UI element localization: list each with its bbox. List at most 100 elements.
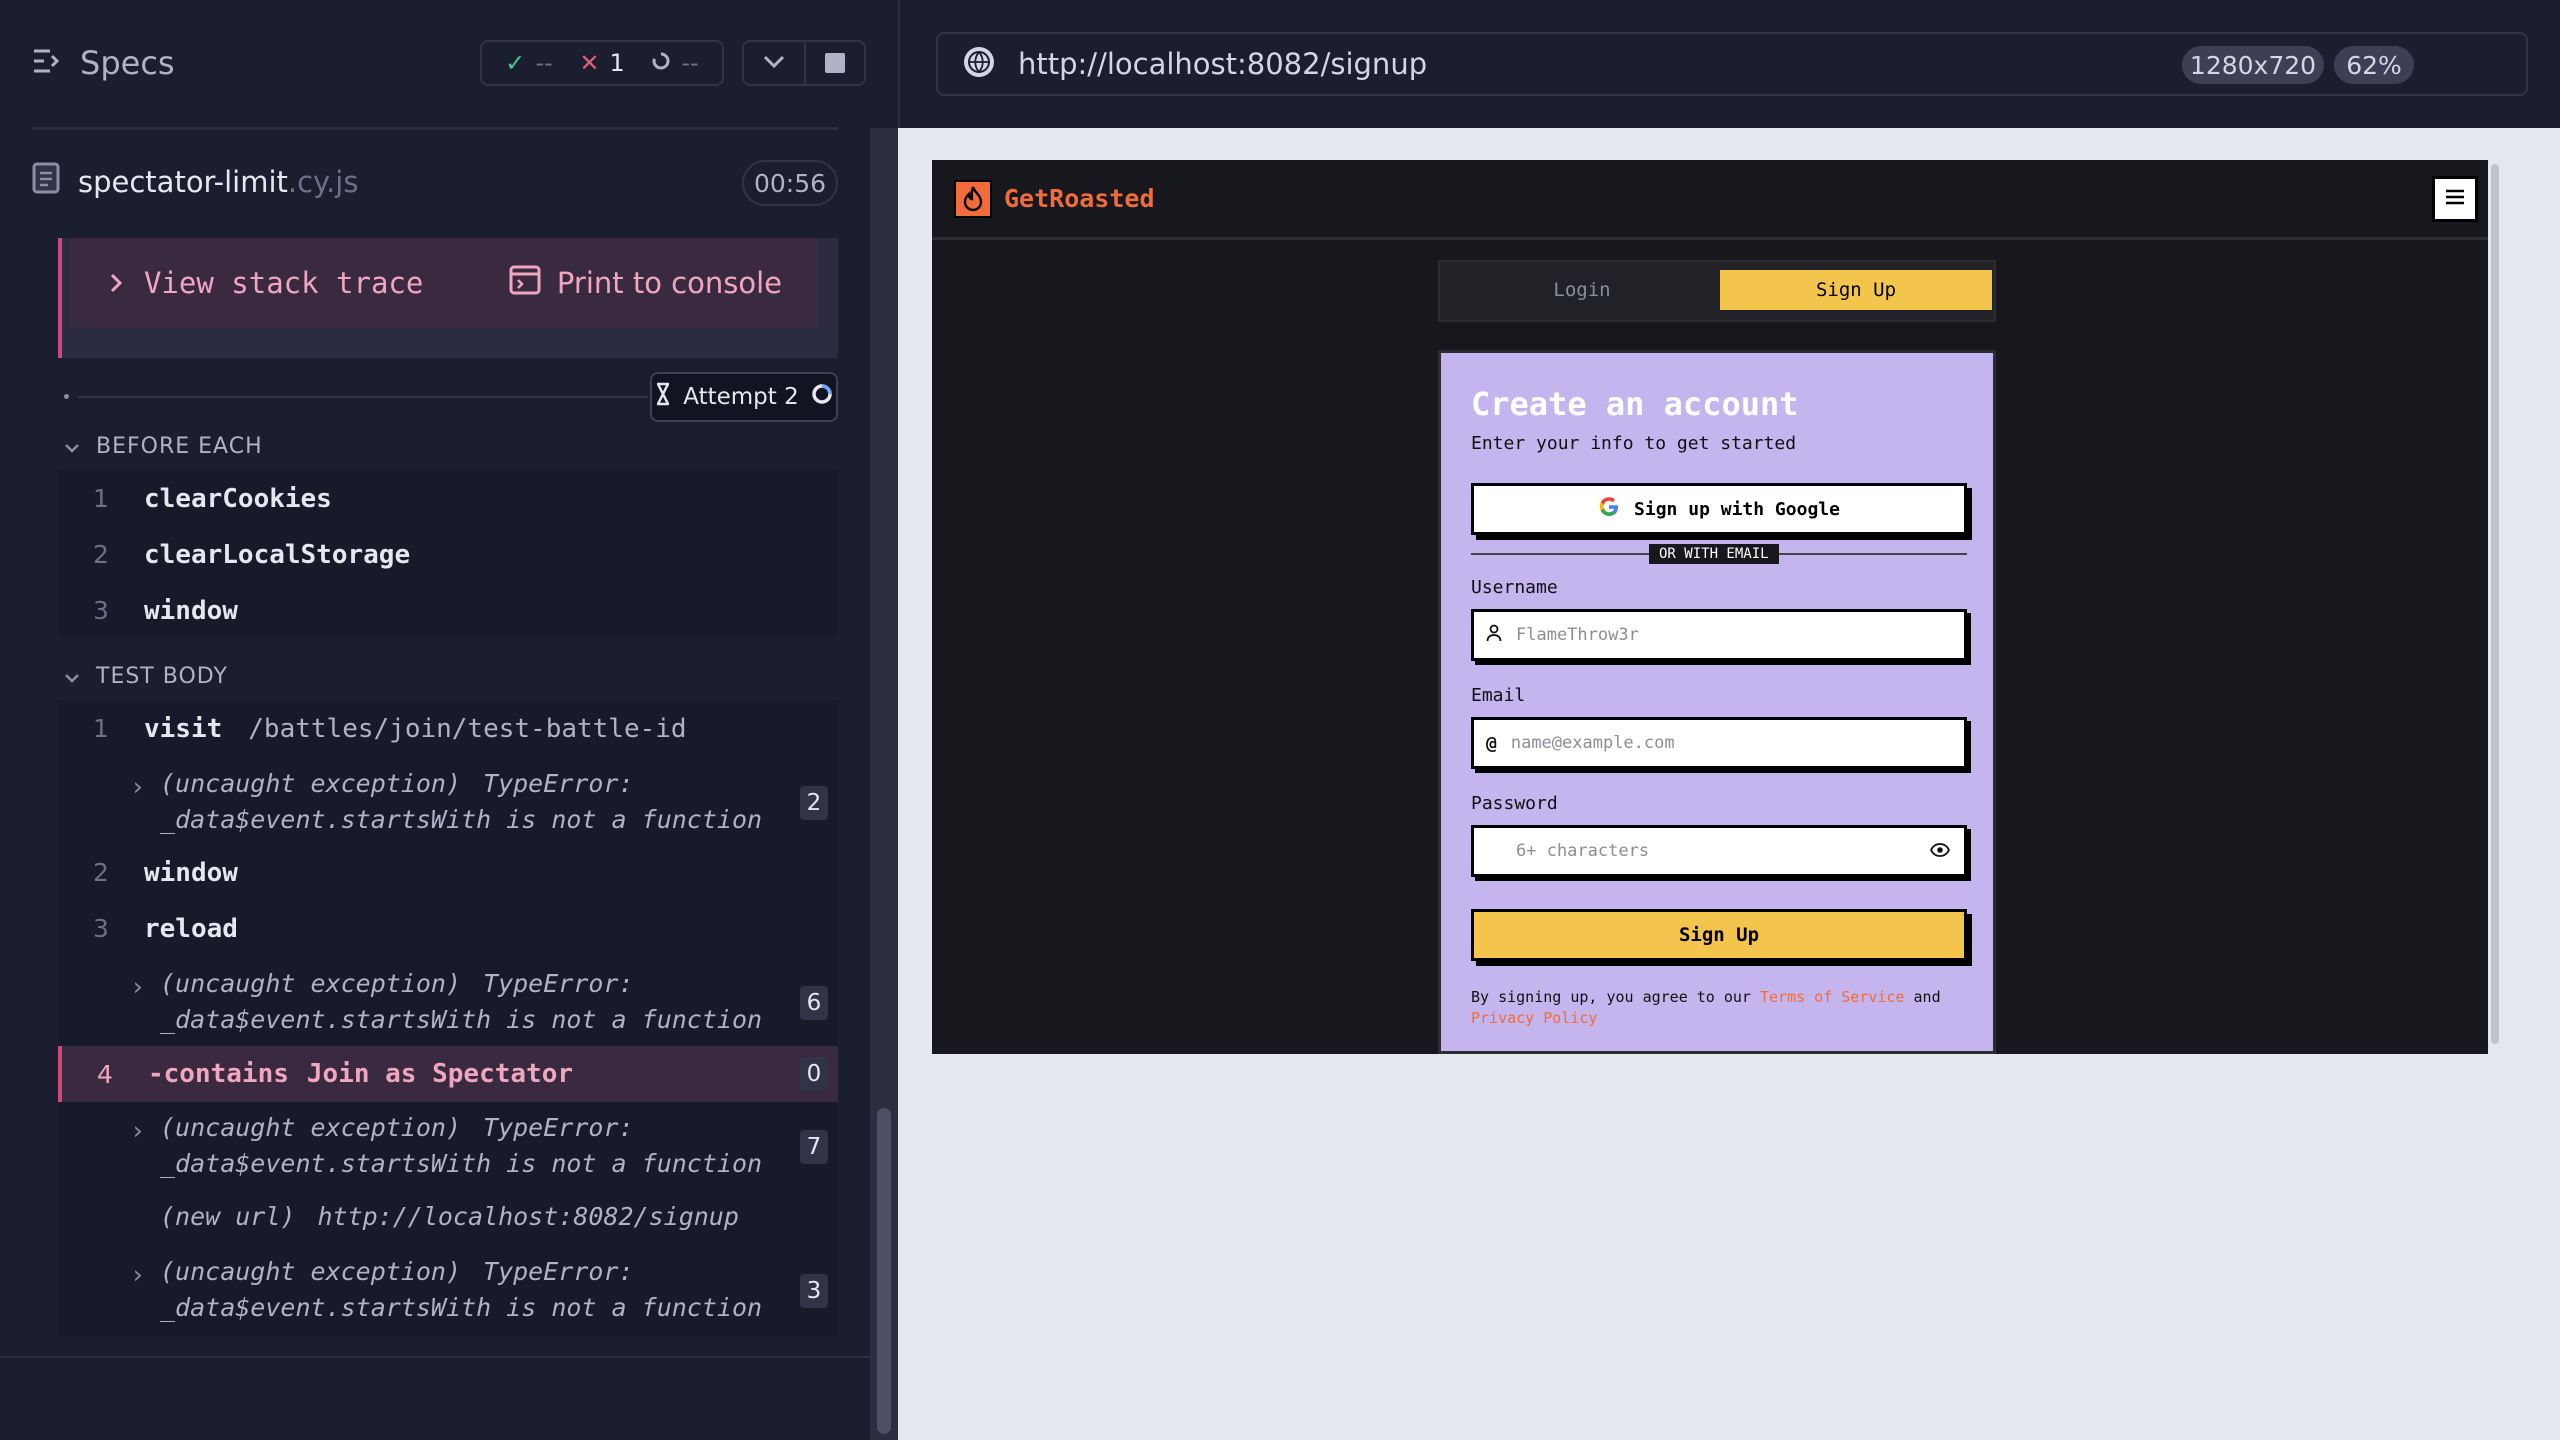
eye-icon[interactable] bbox=[1929, 842, 1951, 861]
before-each-commands: 1 clearCookies 2 clearLocalStorage 3 win… bbox=[58, 470, 838, 638]
command-name: clearCookies bbox=[144, 484, 332, 514]
command-row-reload[interactable]: 3 reload bbox=[58, 914, 838, 944]
test-body-commands: 1 visit /battles/join/test-battle-id › (… bbox=[58, 700, 838, 1336]
email-field[interactable]: @ name@example.com bbox=[1471, 717, 1967, 769]
specs-toggle[interactable]: Specs bbox=[32, 44, 175, 82]
exception-count-badge: 6 bbox=[800, 986, 828, 1020]
view-stack-trace-label: View stack trace bbox=[144, 266, 424, 300]
chevron-right-icon bbox=[110, 266, 123, 300]
exception-message: _data$event.startsWith is not a function bbox=[160, 1149, 763, 1178]
stop-button[interactable] bbox=[804, 40, 866, 86]
failed-count: 1 bbox=[609, 49, 625, 77]
google-icon bbox=[1598, 496, 1620, 523]
command-row[interactable]: 1 clearCookies bbox=[58, 484, 838, 514]
print-to-console-label: Print to console bbox=[556, 266, 782, 300]
command-number: 1 bbox=[93, 714, 109, 743]
tab-signup[interactable]: Sign Up bbox=[1720, 270, 1992, 310]
file-document-icon bbox=[32, 162, 60, 201]
brand-name[interactable]: GetRoasted bbox=[1004, 184, 1155, 213]
signup-submit-button[interactable]: Sign Up bbox=[1471, 909, 1967, 961]
before-each-hook-title[interactable]: BEFORE EACH bbox=[64, 434, 263, 459]
exception-text: (uncaught exception) TypeError: _data$eve… bbox=[160, 1110, 762, 1182]
reporter-bottom-divider bbox=[0, 1356, 870, 1358]
exception-type: TypeError: bbox=[483, 1257, 634, 1286]
privacy-policy-link[interactable]: Privacy Policy bbox=[1471, 1009, 1597, 1027]
exception-kind: (uncaught exception) bbox=[160, 1257, 462, 1286]
spec-ext: .cy.js bbox=[287, 164, 359, 199]
terms-of-service-link[interactable]: Terms of Service bbox=[1760, 988, 1905, 1006]
spec-name: spectator-limit bbox=[78, 164, 288, 199]
hamburger-menu-button[interactable] bbox=[2432, 176, 2478, 222]
command-row-visit[interactable]: 1 visit /battles/join/test-battle-id bbox=[58, 714, 838, 744]
passed-count: -- bbox=[535, 49, 553, 77]
command-number: 1 bbox=[93, 484, 109, 513]
command-row-contains-failed[interactable]: 4 -contains Join as Spectator 0 bbox=[58, 1046, 838, 1102]
uncaught-exception-row[interactable]: › (uncaught exception) TypeError: _data$e… bbox=[58, 766, 838, 846]
username-field[interactable]: FlameThrow3r bbox=[1471, 609, 1967, 661]
username-label: Username bbox=[1471, 577, 1558, 598]
command-name: window bbox=[144, 858, 238, 888]
failed-stat: ✕ 1 bbox=[579, 49, 624, 77]
spec-timer: 00:56 bbox=[742, 160, 838, 206]
google-signup-button[interactable]: Sign up with Google bbox=[1471, 483, 1967, 535]
reporter-scrollbar-thumb[interactable] bbox=[877, 1108, 891, 1434]
app-scrollbar[interactable] bbox=[2488, 160, 2502, 1054]
exception-count-badge: 7 bbox=[800, 1130, 828, 1164]
terms-prefix: By signing up, you agree to our bbox=[1471, 988, 1751, 1006]
spec-file-header[interactable]: spectator-limit.cy.js bbox=[32, 162, 358, 201]
specs-list-icon bbox=[32, 44, 62, 82]
x-icon: ✕ bbox=[579, 49, 600, 77]
collapse-button[interactable] bbox=[742, 40, 806, 86]
new-url-text: (new url) http://localhost:8082/signup bbox=[160, 1202, 739, 1231]
hourglass-icon bbox=[655, 382, 671, 412]
flame-logo-icon[interactable] bbox=[954, 179, 992, 218]
tab-login[interactable]: Login bbox=[1450, 270, 1714, 310]
pending-count: -- bbox=[681, 49, 699, 77]
viewport-size-badge[interactable]: 1280x720 bbox=[2182, 46, 2324, 84]
email-placeholder: name@example.com bbox=[1510, 733, 1675, 753]
terms-and: and bbox=[1913, 988, 1941, 1006]
command-name: visit bbox=[144, 714, 223, 744]
password-field[interactable]: 6+ characters bbox=[1471, 825, 1967, 877]
chevron-right-icon: › bbox=[130, 972, 146, 1001]
print-to-console-button[interactable]: Print to console bbox=[509, 265, 782, 302]
zoom-badge[interactable]: 62% bbox=[2334, 46, 2414, 84]
signup-card: Create an account Enter your info to get… bbox=[1438, 350, 1996, 1054]
exception-kind: (uncaught exception) bbox=[160, 769, 462, 798]
running-spinner-icon bbox=[811, 383, 833, 411]
chevron-down-icon bbox=[763, 54, 785, 73]
exception-type: TypeError: bbox=[483, 769, 634, 798]
password-placeholder: 6+ characters bbox=[1516, 841, 1650, 861]
runner-panel: http://localhost:8082/signup 1280x720 62… bbox=[898, 0, 2560, 1440]
command-arg: /battles/join/test-battle-id bbox=[248, 714, 687, 744]
attempt-label: Attempt 2 bbox=[683, 384, 799, 410]
user-icon bbox=[1486, 624, 1502, 646]
command-count-badge: 0 bbox=[800, 1057, 828, 1091]
chevron-down-icon bbox=[64, 664, 80, 689]
command-row[interactable]: 3 window bbox=[58, 596, 838, 626]
command-row[interactable]: 2 clearLocalStorage bbox=[58, 540, 838, 570]
chevron-right-icon: › bbox=[130, 1116, 146, 1145]
attempt-tag[interactable]: Attempt 2 bbox=[650, 372, 838, 422]
uncaught-exception-row[interactable]: › (uncaught exception) TypeError: _data$e… bbox=[58, 1110, 838, 1190]
app-scrollbar-thumb[interactable] bbox=[2491, 164, 2499, 1044]
exception-type: TypeError: bbox=[483, 1113, 634, 1142]
or-divider-label: OR WITH EMAIL bbox=[1649, 544, 1779, 564]
at-sign-icon: @ bbox=[1486, 732, 1497, 754]
command-number: 2 bbox=[93, 858, 109, 887]
exception-message: _data$event.startsWith is not a function bbox=[160, 805, 763, 834]
view-stack-trace-button[interactable]: View stack trace bbox=[110, 266, 423, 300]
menu-icon bbox=[2445, 189, 2465, 209]
exception-type: TypeError: bbox=[483, 969, 634, 998]
card-title: Create an account bbox=[1471, 385, 1799, 423]
test-body-hook-title[interactable]: TEST BODY bbox=[64, 664, 228, 689]
uncaught-exception-row[interactable]: › (uncaught exception) TypeError: _data$e… bbox=[58, 966, 838, 1046]
url-bar[interactable]: http://localhost:8082/signup 1280x720 62… bbox=[936, 32, 2528, 96]
attempt-dot bbox=[64, 394, 69, 399]
new-url-kind: (new url) bbox=[160, 1202, 296, 1231]
console-icon bbox=[509, 265, 541, 302]
uncaught-exception-row[interactable]: › (uncaught exception) TypeError: _data$e… bbox=[58, 1254, 838, 1334]
test-stats: ✓ -- ✕ 1 -- bbox=[480, 40, 724, 86]
check-icon: ✓ bbox=[505, 49, 526, 77]
command-row-window[interactable]: 2 window bbox=[58, 858, 838, 888]
